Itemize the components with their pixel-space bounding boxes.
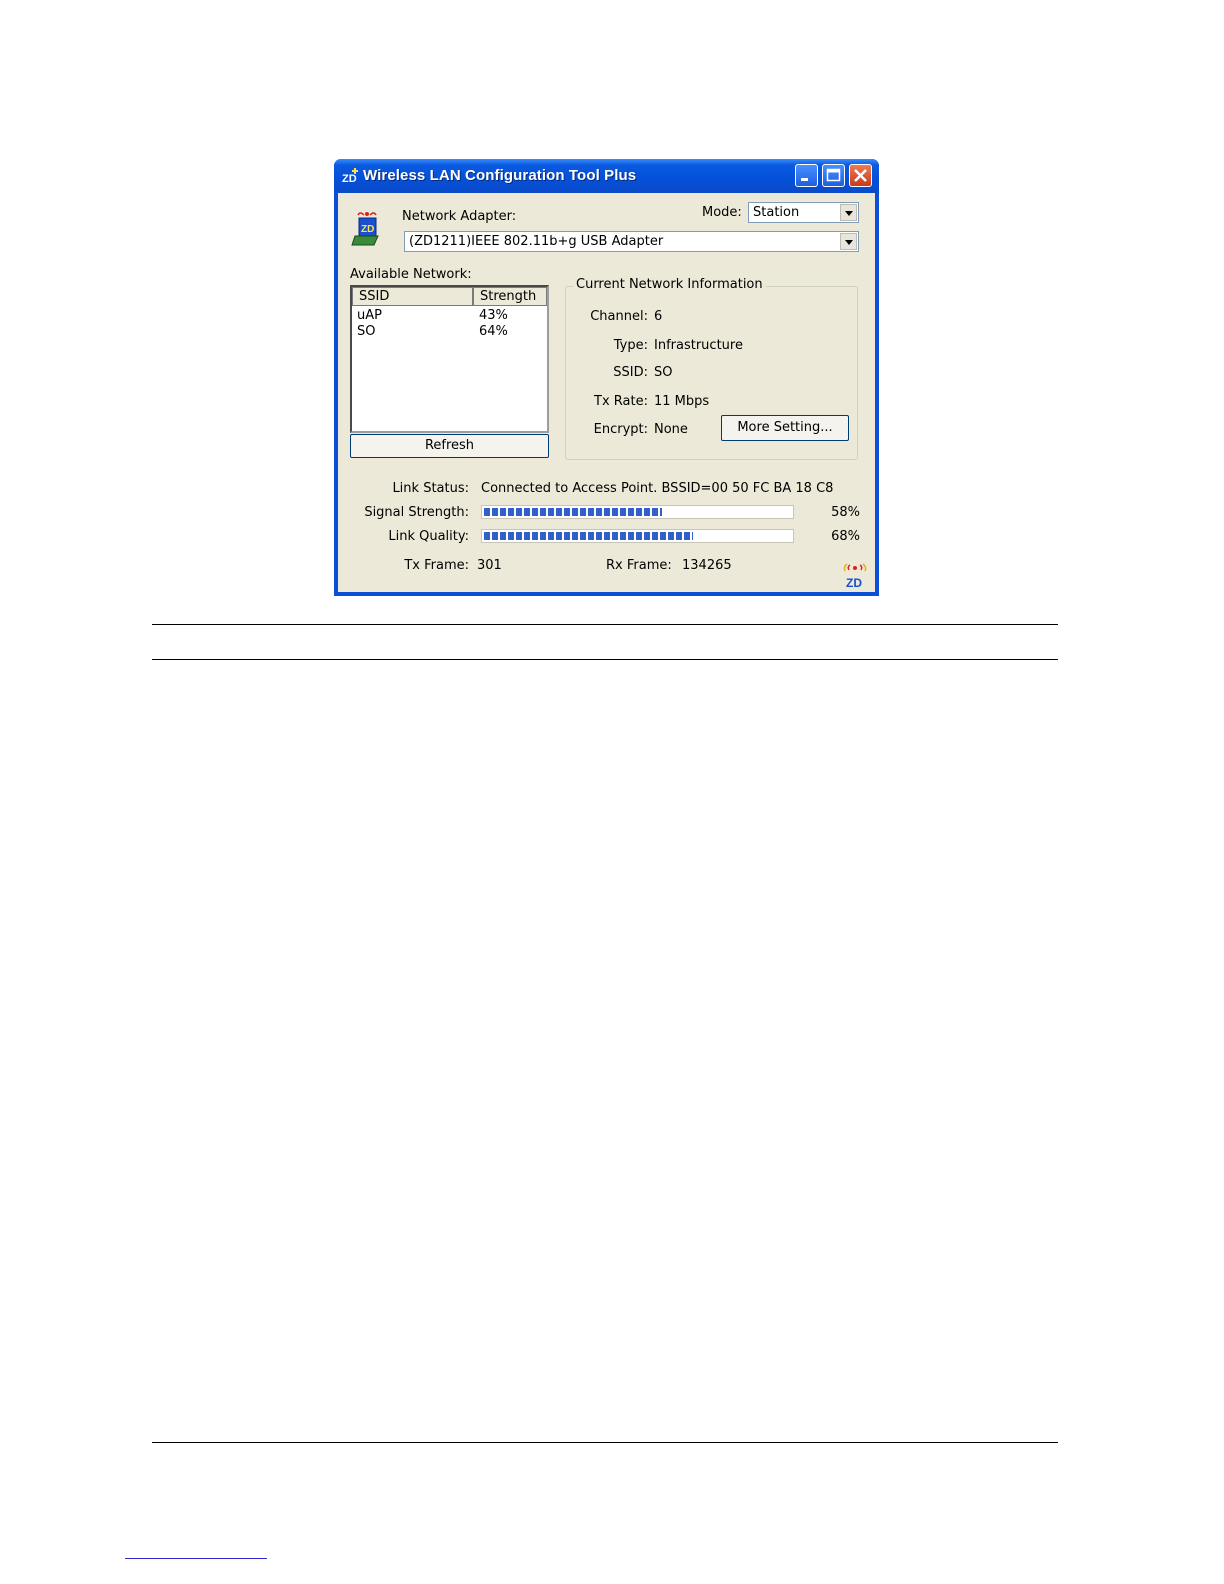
more-setting-button[interactable]: More Setting... [721,415,849,441]
link-quality-fill [484,532,693,540]
rx-frame-value: 134265 [682,558,732,573]
tx-frame-label: Tx Frame: [404,558,469,573]
mode-value: Station [753,205,800,220]
current-network-title: Current Network Information [573,277,766,292]
mode-label: Mode: [702,205,742,220]
network-adapter-label: Network Adapter: [402,209,517,224]
type-value: Infrastructure [654,338,743,353]
available-network-label: Available Network: [350,267,472,282]
adapter-icon: ZD [351,212,379,246]
svg-text:ZD: ZD [361,224,374,235]
txrate-value: 11 Mbps [654,394,710,409]
window-title: Wireless LAN Configuration Tool Plus [363,167,637,184]
svg-text:ZD: ZD [846,576,862,589]
page-rule [152,624,1058,625]
rx-frame-label: Rx Frame: [606,558,672,573]
zd-app-icon: ZD [342,168,358,185]
mode-select[interactable]: Station [748,202,859,223]
adapter-value: (ZD1211)IEEE 802.11b+g USB Adapter [409,234,664,249]
signal-strength-label: Signal Strength: [364,505,469,520]
signal-strength-bar [481,505,794,519]
channel-label: Channel: [590,309,648,324]
list-item-strength[interactable]: 64% [479,324,508,339]
link-quality-value: 68% [831,529,860,544]
encrypt-value: None [654,422,688,437]
page-rule [152,1442,1058,1443]
maximize-button[interactable] [822,164,845,187]
wlan-config-window: ZD Wireless LAN Configuration Tool Plus [334,159,879,596]
txrate-label: Tx Rate: [594,394,648,409]
title-bar[interactable]: ZD Wireless LAN Configuration Tool Plus [334,159,879,193]
close-button[interactable] [849,164,872,187]
zd-logo-icon: ZD [843,563,867,589]
link-status-value: Connected to Access Point. BSSID=00 50 F… [481,481,834,496]
channel-value: 6 [654,309,663,324]
link-quality-bar [481,529,794,543]
chevron-down-icon[interactable] [840,233,857,250]
ssid-label: SSID: [613,365,648,380]
list-item-ssid[interactable]: SO [357,324,375,339]
ssid-value: SO [654,365,673,380]
encrypt-label: Encrypt: [593,422,648,437]
refresh-button[interactable]: Refresh [350,434,549,458]
signal-strength-value: 58% [831,505,860,520]
svg-text:ZD: ZD [342,173,357,185]
type-label: Type: [613,338,648,353]
list-item-ssid[interactable]: uAP [357,308,382,323]
chevron-down-icon[interactable] [840,204,857,221]
minimize-button[interactable] [795,164,818,187]
column-header-strength[interactable]: Strength [473,287,547,306]
page-rule [152,659,1058,660]
tx-frame-value: 301 [477,558,502,573]
network-list[interactable]: SSID Strength uAP 43% SO 64% [350,285,549,433]
close-icon [854,169,867,182]
link-quality-label: Link Quality: [388,529,469,544]
maximize-icon [826,168,841,182]
link-status-label: Link Status: [392,481,469,496]
client-area: ZD Network Adapter: Mode: Station (ZD121… [338,193,875,592]
list-item-strength[interactable]: 43% [479,308,508,323]
minimize-icon [801,178,808,181]
signal-strength-fill [484,508,662,516]
column-header-ssid[interactable]: SSID [352,287,473,306]
adapter-select[interactable]: (ZD1211)IEEE 802.11b+g USB Adapter [404,231,859,252]
footnote-separator [125,1558,267,1559]
